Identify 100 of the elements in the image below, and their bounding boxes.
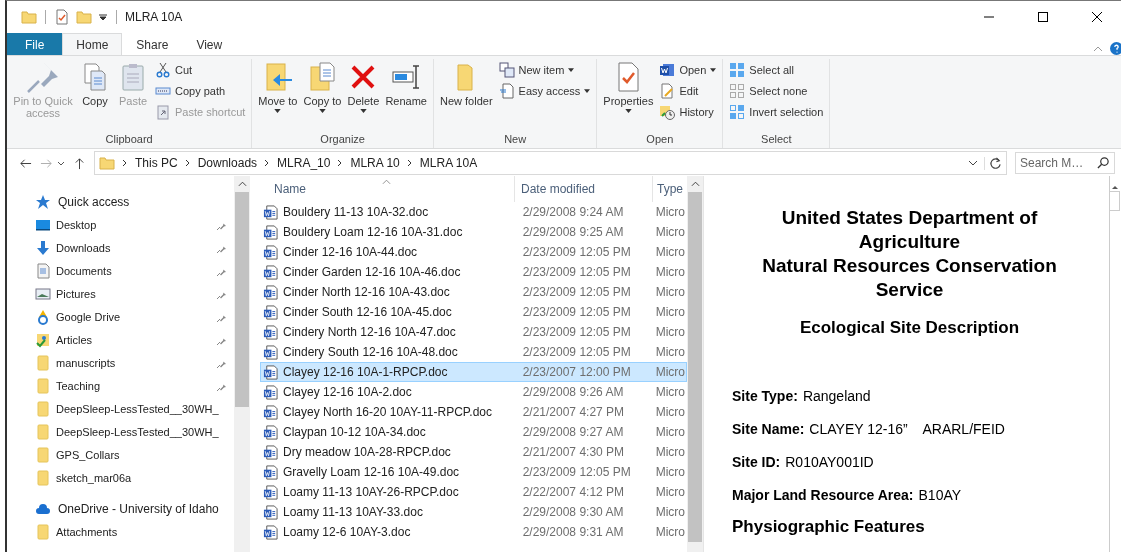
- dropdown-icon[interactable]: [98, 12, 108, 22]
- close-icon[interactable]: [1091, 11, 1103, 23]
- nav-item[interactable]: Quick access: [7, 190, 234, 213]
- up-icon[interactable]: [73, 156, 86, 170]
- column-header[interactable]: Name: [266, 176, 514, 202]
- breadcrumb-item[interactable]: Downloads: [197, 156, 258, 170]
- chevron-icon[interactable]: [183, 159, 192, 167]
- search-field[interactable]: Search M…: [1015, 152, 1115, 174]
- file-row[interactable]: Dry meadow 10A-28-RPCP.doc 2/21/2007 4:30 PM Micro: [260, 442, 687, 462]
- scrollbar[interactable]: [1109, 176, 1121, 552]
- file-row[interactable]: Gravelly Loam 12-16 10A-49.doc 2/23/2009 12:05 PM Micro: [260, 462, 687, 482]
- file-row[interactable]: Claypan 10-12 10A-34.doc 2/29/2008 9:27 AM Micro: [260, 422, 687, 442]
- breadcrumb-item[interactable]: MLRA_10: [277, 156, 331, 170]
- dropdown-icon[interactable]: [968, 158, 978, 168]
- search-icon: [1097, 156, 1110, 169]
- nav-item[interactable]: OneDrive - University of Idaho: [7, 497, 234, 520]
- file-name: Loamy 11-13 10AY-33.doc: [282, 505, 424, 519]
- ribbon-button[interactable]: Copy path: [153, 82, 248, 100]
- ribbon-button[interactable]: Open: [657, 61, 719, 79]
- ribbon-button[interactable]: New folder: [437, 59, 495, 133]
- nav-item[interactable]: Teaching: [7, 374, 234, 397]
- chevron-icon[interactable]: [121, 159, 129, 167]
- file-name: Cinder Garden 12-16 10A-46.doc: [282, 265, 462, 279]
- nav-item[interactable]: Google Drive: [7, 305, 234, 328]
- nav-item[interactable]: Documents: [7, 259, 234, 282]
- file-row[interactable]: Loamy 12-6 10AY-3.doc 2/29/2008 9:31 AM Micro: [260, 522, 687, 542]
- scroll-up-icon[interactable]: [1112, 186, 1118, 189]
- dropdown-icon[interactable]: [57, 159, 65, 167]
- file-row[interactable]: Cinder North 12-16 10A-43.doc 2/23/2009 12:05 PM Micro: [260, 282, 687, 302]
- file-row[interactable]: Loamy 11-13 10AY-33.doc 2/29/2008 9:30 AM Micro: [260, 502, 687, 522]
- file-type: Micro: [654, 405, 686, 419]
- file-name: Cinder North 12-16 10A-43.doc: [282, 285, 451, 299]
- file-name: Cindery North 12-16 10A-47.doc: [282, 325, 457, 339]
- ribbon-button[interactable]: History: [657, 103, 719, 121]
- document-icon: [263, 364, 278, 380]
- file-row[interactable]: Loamy 11-13 10AY-26-RPCP.doc 2/22/2007 4:12 PM Micro: [260, 482, 687, 502]
- nav-item[interactable]: manuscripts: [7, 351, 234, 374]
- scrollbar[interactable]: [687, 176, 703, 552]
- ribbon-button[interactable]: Copy: [77, 59, 113, 133]
- maximize-icon[interactable]: [1037, 11, 1049, 23]
- breadcrumb-item[interactable]: MLRA 10: [350, 156, 400, 170]
- scroll-up-icon[interactable]: [237, 181, 247, 187]
- nav-item[interactable]: DeepSleep-LessTested__30WH_: [7, 397, 234, 420]
- nav-item[interactable]: GPS_Collars: [7, 443, 234, 466]
- document-icon: [263, 244, 278, 260]
- file-row[interactable]: Bouldery 11-13 10A-32.doc 2/29/2008 9:24 AM Micro: [260, 202, 687, 222]
- file-row[interactable]: Cindery North 12-16 10A-47.doc 2/23/2009 12:05 PM Micro: [260, 322, 687, 342]
- ribbon-tab[interactable]: File: [7, 33, 63, 55]
- properties-icon[interactable]: [54, 9, 70, 25]
- nav-item[interactable]: Downloads: [7, 236, 234, 259]
- nav-item[interactable]: Attachments: [7, 520, 234, 543]
- nav-item[interactable]: sketch_mar06a: [7, 466, 234, 489]
- nav-item[interactable]: Articles: [7, 328, 234, 351]
- field-label: Major Land Resource Area:: [732, 487, 914, 503]
- file-type: Micro: [654, 445, 686, 459]
- file-type: Micro: [654, 525, 686, 539]
- ribbon-button[interactable]: Delete: [345, 59, 382, 133]
- breadcrumb-item[interactable]: MLRA 10A: [419, 156, 478, 170]
- column-header[interactable]: Date modified: [514, 176, 652, 202]
- file-row[interactable]: Clayey 12-16 10A-1-RPCP.doc 2/23/2007 12:00 PM Micro: [260, 362, 687, 382]
- folder-icon: [35, 354, 51, 371]
- ribbon-tab[interactable]: Home: [62, 33, 123, 55]
- file-row[interactable]: Cinder Garden 12-16 10A-46.doc 2/23/2009 12:05 PM Micro: [260, 262, 687, 282]
- ribbon-button[interactable]: New item: [496, 61, 593, 79]
- scrollbar[interactable]: [234, 176, 250, 552]
- file-name: Loamy 11-13 10AY-26-RPCP.doc: [282, 485, 460, 499]
- address-bar[interactable]: This PC Downloads MLRA_10 MLRA 10 MLRA 10A: [94, 151, 1007, 175]
- nav-item[interactable]: Desktop: [7, 213, 234, 236]
- file-row[interactable]: Clayey North 16-20 10AY-11-RPCP.doc 2/21/2007 4:27 PM Micro: [260, 402, 687, 422]
- breadcrumb-item[interactable]: This PC: [135, 156, 178, 170]
- pasteshortcut-icon: [155, 104, 171, 120]
- document-icon: [263, 204, 278, 220]
- file-name: Cindery South 12-16 10A-48.doc: [282, 345, 459, 359]
- nav-item[interactable]: DeepSleep-LessTested__30WH_: [7, 420, 234, 443]
- ribbon-button[interactable]: Invert selection: [727, 103, 826, 121]
- field-label: Site ID:: [732, 454, 781, 470]
- chevron-icon[interactable]: [405, 159, 414, 167]
- file-type: Micro: [654, 385, 686, 399]
- file-date: 2/23/2009 12:05 PM: [521, 465, 632, 479]
- ribbon-button[interactable]: Properties: [601, 59, 656, 133]
- file-type: Micro: [654, 365, 686, 379]
- ribbon-button[interactable]: Cut: [153, 61, 248, 79]
- scroll-thumb[interactable]: [1110, 191, 1120, 211]
- file-row[interactable]: Cinder 12-16 10A-44.doc 2/23/2009 12:05 PM Micro: [260, 242, 687, 262]
- file-name: Clayey North 16-20 10AY-11-RPCP.doc: [282, 405, 493, 419]
- file-row[interactable]: Cindery South 12-16 10A-48.doc 2/23/2009 12:05 PM Micro: [260, 342, 687, 362]
- file-row[interactable]: Cinder South 12-16 10A-45.doc 2/23/2009 12:05 PM Micro: [260, 302, 687, 322]
- ribbon-button[interactable]: Rename: [383, 59, 429, 133]
- ribbon-button[interactable]: Select all: [727, 61, 826, 79]
- ribbon-button[interactable]: Select none: [727, 82, 826, 100]
- refresh-icon[interactable]: [984, 156, 1002, 170]
- file-row[interactable]: Clayey 12-16 10A-2.doc 2/29/2008 9:26 AM Micro: [260, 382, 687, 402]
- scroll-up-icon[interactable]: [690, 181, 700, 187]
- ribbon-button[interactable]: Edit: [657, 82, 719, 100]
- file-row[interactable]: Bouldery Loam 12-16 10A-31.doc 2/29/2008 9:25 AM Micro: [260, 222, 687, 242]
- ribbon-button[interactable]: Copy to: [301, 59, 344, 133]
- ribbon-button[interactable]: Move to: [256, 59, 300, 133]
- help-icon[interactable]: [1110, 42, 1121, 55]
- ribbon-button[interactable]: Easy access: [496, 82, 593, 100]
- nav-item[interactable]: Pictures: [7, 282, 234, 305]
